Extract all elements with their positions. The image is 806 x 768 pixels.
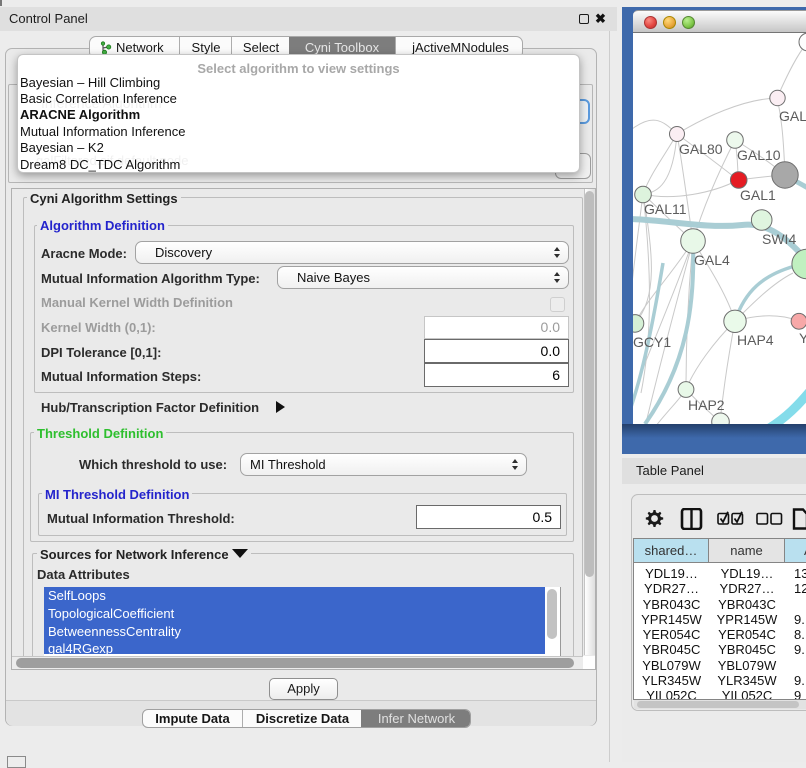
svg-text:GAL10: GAL10	[737, 147, 781, 163]
svg-text:GAL80: GAL80	[679, 141, 723, 157]
svg-text:HAP2: HAP2	[688, 397, 725, 413]
svg-text:YJL: YJL	[799, 330, 806, 346]
svg-text:SWI4: SWI4	[762, 231, 796, 247]
svg-text:HAP4: HAP4	[737, 332, 774, 348]
svg-text:GAL1: GAL1	[740, 187, 776, 203]
svg-text:GAL11: GAL11	[644, 201, 687, 217]
svg-text:GCY1: GCY1	[633, 334, 671, 350]
svg-text:GAL4: GAL4	[694, 252, 730, 268]
svg-text:GAL2: GAL2	[779, 108, 806, 124]
